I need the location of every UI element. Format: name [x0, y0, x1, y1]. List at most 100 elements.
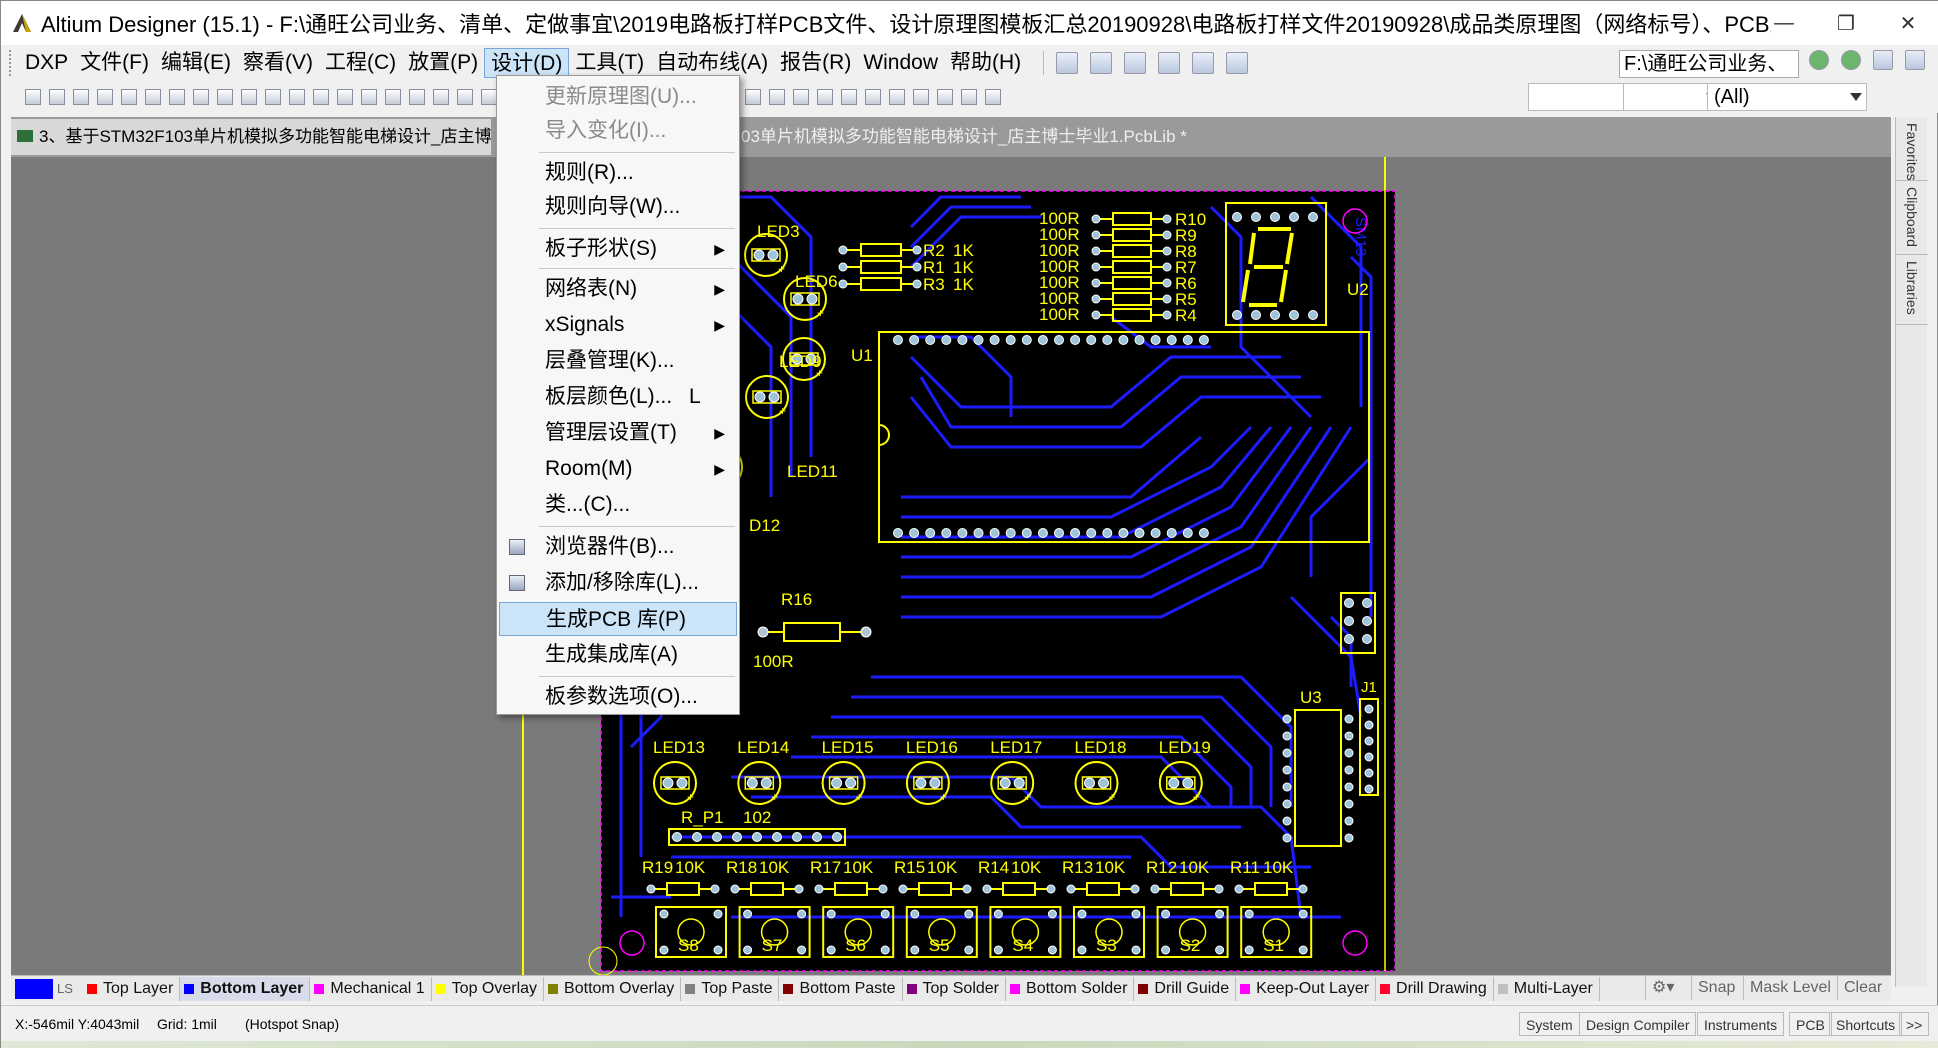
layer-tab-keep-out[interactable]: Keep-Out Layer [1236, 976, 1377, 1001]
zoom-filter-icon[interactable] [289, 89, 305, 105]
browse-icon[interactable] [169, 89, 185, 105]
layer-tab-top-overlay[interactable]: Top Overlay [432, 976, 545, 1001]
panel-button-instruments[interactable]: Instruments [1697, 1012, 1785, 1036]
panel-libraries[interactable]: Libraries [1896, 255, 1928, 325]
menu-window[interactable]: Window [857, 48, 944, 78]
place-component-icon[interactable] [961, 89, 977, 105]
project-path-combo[interactable]: F:\通旺公司业务、 [1619, 50, 1799, 78]
align-tool-icon[interactable] [1090, 52, 1113, 74]
interactive-route-icon[interactable] [745, 89, 761, 105]
close-button[interactable]: ✕ [1877, 1, 1938, 45]
layer-tab-bottom-paste[interactable]: Bottom Paste [779, 976, 903, 1001]
place-tool-icon[interactable] [1124, 52, 1147, 74]
menu-item-classes[interactable]: 类...(C)... [499, 488, 737, 522]
clear-filter-icon[interactable] [481, 89, 497, 105]
panel-button-system[interactable]: System [1519, 1012, 1580, 1036]
menu-tools[interactable]: 工具(T) [569, 48, 650, 78]
copy-icon[interactable] [337, 89, 353, 105]
menu-grip[interactable] [9, 50, 13, 76]
back-icon[interactable] [1809, 50, 1829, 70]
menu-item-import-changes[interactable]: 导入变化(I)... [499, 114, 737, 148]
menu-file[interactable]: 文件(F) [74, 48, 155, 78]
layer-tab-multi-layer[interactable]: Multi-Layer [1494, 976, 1600, 1001]
place-polygon-icon[interactable] [913, 89, 929, 105]
drc-icon[interactable] [985, 89, 1001, 105]
menu-dxp[interactable]: DXP [19, 48, 74, 78]
tab-pcblib-document[interactable]: 03单片机模拟多功能智能电梯设计_店主博士毕业1.PcbLib * [741, 119, 1441, 155]
place-arc-icon[interactable] [865, 89, 881, 105]
menu-item-netlist[interactable]: 网络表(N) ▶ [499, 272, 737, 306]
place-string-icon[interactable] [937, 89, 953, 105]
menu-project[interactable]: 工程(C) [319, 48, 402, 78]
layer-tab-mechanical-1[interactable]: Mechanical 1 [310, 976, 432, 1001]
layer-tab-bottom-overlay[interactable]: Bottom Overlay [544, 976, 682, 1001]
place-pad-icon[interactable] [817, 89, 833, 105]
menu-autoroute[interactable]: 自动布线(A) [650, 48, 774, 78]
menu-item-board-shape[interactable]: 板子形状(S) ▶ [499, 232, 737, 266]
restore-button[interactable]: ❐ [1815, 1, 1877, 45]
pcb-canvas[interactable]: U1 U2 SM13 +++++LED3LED6LED9LED11D12 R21… [11, 157, 1891, 975]
menu-item-update-schematic[interactable]: 更新原理图(U)... [499, 80, 737, 114]
grid-tool-icon[interactable] [1226, 52, 1249, 74]
menu-item-xsignals[interactable]: xSignals ▶ [499, 308, 737, 342]
snap-options-icon[interactable]: ⚙▾ [1645, 976, 1680, 1000]
menu-item-manage-layer-sets[interactable]: 管理层设置(T) ▶ [499, 416, 737, 450]
mask-level-button[interactable]: Mask Level [1743, 976, 1837, 1000]
distribute-tool-icon[interactable] [1158, 52, 1181, 74]
menu-view[interactable]: 察看(V) [237, 48, 319, 78]
home-icon[interactable] [1873, 50, 1893, 70]
menu-item-room[interactable]: Room(M) ▶ [499, 452, 737, 486]
panel-button-more[interactable]: >> [1899, 1012, 1930, 1036]
panel-button-shortcuts[interactable]: Shortcuts [1829, 1012, 1903, 1036]
panel-clipboard[interactable]: Clipboard [1896, 181, 1928, 255]
route-tool-icon[interactable] [1056, 52, 1079, 74]
clear-button[interactable]: Clear [1837, 976, 1888, 1000]
menu-place[interactable]: 放置(P) [402, 48, 484, 78]
filter-combo[interactable]: (All) [1707, 83, 1867, 111]
menu-item-board-layers-colors[interactable]: 板层颜色(L)... L [499, 380, 737, 414]
save-icon[interactable] [73, 89, 89, 105]
print-preview-icon[interactable] [121, 89, 137, 105]
place-via-icon[interactable] [841, 89, 857, 105]
menu-item-add-remove-library[interactable]: 添加/移除库(L)... [499, 566, 737, 600]
zoom-fit-icon[interactable] [217, 89, 233, 105]
panel-button-pcb[interactable]: PCB [1789, 1012, 1832, 1036]
layer-tab-drill-guide[interactable]: Drill Guide [1134, 976, 1237, 1001]
menu-item-rules[interactable]: 规则(R)... [499, 156, 737, 190]
layer-tab-top-paste[interactable]: Top Paste [681, 976, 780, 1001]
menu-help[interactable]: 帮助(H) [944, 48, 1027, 78]
tab-pcb-document[interactable]: 3、基于STM32F103单片机模拟多功能智能电梯设计_店主博士 [11, 119, 491, 155]
menu-item-rules-wizard[interactable]: 规则向导(W)... [499, 190, 737, 224]
rubber-stamp-icon[interactable] [385, 89, 401, 105]
select-area-icon[interactable] [409, 89, 425, 105]
menu-item-board-options[interactable]: 板参数选项(O)... [499, 680, 737, 714]
menu-item-make-integrated-library[interactable]: 生成集成库(A) [499, 638, 737, 672]
layer-tab-bottom-layer[interactable]: Bottom Layer [180, 976, 311, 1001]
zoom-select-icon[interactable] [265, 89, 281, 105]
snap-button[interactable]: Snap [1691, 976, 1741, 1000]
cut-icon[interactable] [313, 89, 329, 105]
move-icon[interactable] [433, 89, 449, 105]
menu-item-layer-stack-manager[interactable]: 层叠管理(K)... [499, 344, 737, 378]
print-icon[interactable] [97, 89, 113, 105]
deselect-icon[interactable] [457, 89, 473, 105]
room-tool-icon[interactable] [1192, 52, 1215, 74]
diff-pair-icon[interactable] [769, 89, 785, 105]
layer-tab-top-solder[interactable]: Top Solder [903, 976, 1007, 1001]
open-file-icon[interactable] [49, 89, 65, 105]
menu-edit[interactable]: 编辑(E) [155, 48, 237, 78]
menu-reports[interactable]: 报告(R) [774, 48, 857, 78]
panel-button-design-compiler[interactable]: Design Compiler [1579, 1012, 1697, 1036]
menu-design[interactable]: 设计(D) [484, 48, 570, 78]
multi-route-icon[interactable] [793, 89, 809, 105]
settings-icon[interactable] [1905, 50, 1925, 70]
current-layer-indicator[interactable]: LS [15, 978, 83, 1000]
forward-icon[interactable] [1841, 50, 1861, 70]
layer-stack-icon[interactable] [145, 89, 161, 105]
layer-tab-bottom-solder[interactable]: Bottom Solder [1006, 976, 1135, 1001]
menu-item-make-pcb-library[interactable]: 生成PCB 库(P) [499, 602, 737, 636]
minimize-button[interactable]: — [1753, 1, 1815, 45]
new-file-icon[interactable] [25, 89, 41, 105]
layer-tab-top-layer[interactable]: Top Layer [83, 976, 181, 1001]
place-fill-icon[interactable] [889, 89, 905, 105]
